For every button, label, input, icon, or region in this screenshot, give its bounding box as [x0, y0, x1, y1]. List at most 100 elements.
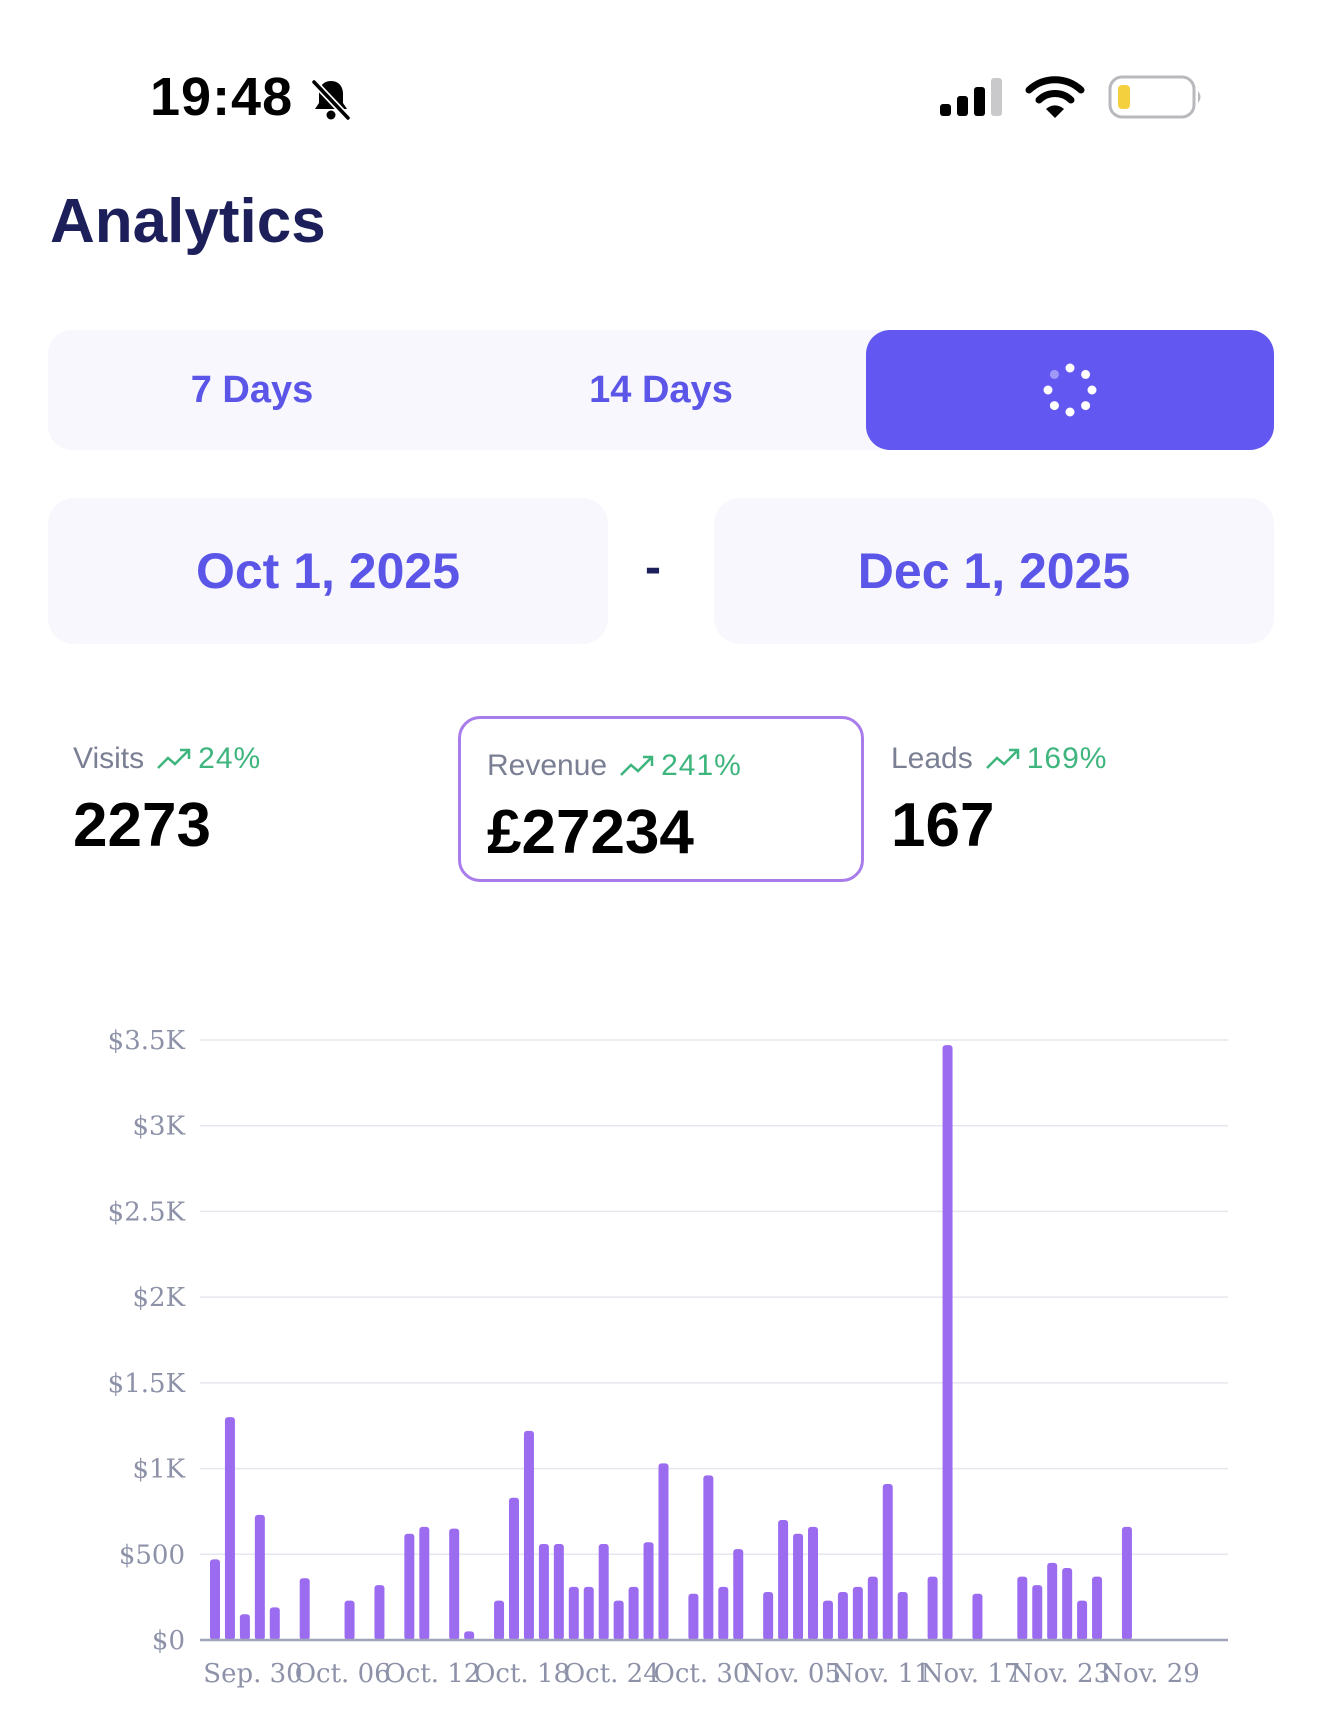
metric-label: Revenue: [487, 749, 608, 782]
metric-label: Visits: [73, 742, 145, 775]
metric-value: 2273: [73, 791, 211, 860]
x-tick-label: Nov. 23: [1010, 1659, 1110, 1689]
x-tick-label: Oct. 30: [654, 1659, 750, 1689]
chart-bar[interactable]: [254, 1514, 265, 1640]
chart-bar[interactable]: [509, 1497, 519, 1640]
bell-slash-icon: [311, 79, 351, 121]
chart-bar[interactable]: [1017, 1576, 1028, 1640]
chart-bar[interactable]: [822, 1600, 833, 1640]
y-tick-label: $500: [119, 1540, 185, 1570]
chart-bar[interactable]: [628, 1586, 639, 1640]
y-tick-label: $2.5K: [108, 1197, 186, 1227]
chart-bar[interactable]: [613, 1600, 624, 1640]
metric-change: 24%: [156, 742, 261, 776]
chart-bar[interactable]: [718, 1586, 729, 1640]
chart-bar[interactable]: [867, 1576, 878, 1640]
chart-bar[interactable]: [703, 1475, 714, 1640]
chart-bar[interactable]: [972, 1593, 983, 1640]
chart-bar[interactable]: [1062, 1568, 1073, 1640]
chart-bar[interactable]: [808, 1526, 818, 1640]
x-tick-label: Nov. 29: [1100, 1659, 1200, 1689]
chart-bar[interactable]: [1077, 1600, 1088, 1640]
chart-bar[interactable]: [688, 1593, 699, 1640]
metric-change: 169%: [985, 742, 1108, 776]
chart-bar[interactable]: [538, 1544, 549, 1640]
signal-icon: [940, 78, 1002, 116]
page-title: Analytics: [50, 187, 326, 256]
range-selector: 7 Days 14 Days: [48, 330, 1274, 450]
chart-bar[interactable]: [778, 1520, 789, 1640]
chart-bar[interactable]: [210, 1559, 220, 1640]
metric-card-leads[interactable]: Leads 169% 167: [891, 742, 1107, 861]
y-tick-label: $3K: [132, 1112, 185, 1142]
chart-bar[interactable]: [837, 1592, 848, 1640]
tab-14-days[interactable]: 14 Days: [456, 330, 866, 450]
chart-bar[interactable]: [269, 1607, 280, 1640]
chart-bar[interactable]: [733, 1549, 744, 1640]
chart-bar[interactable]: [404, 1533, 415, 1640]
metric-change-value: 241%: [661, 749, 742, 782]
chart-bar[interactable]: [897, 1592, 908, 1640]
metric-card-revenue[interactable]: Revenue 241% £27234: [458, 716, 864, 882]
chart-bar[interactable]: [583, 1586, 594, 1640]
chart-bar[interactable]: [374, 1585, 385, 1640]
trend-up-icon: [157, 748, 191, 769]
chart-bar[interactable]: [419, 1526, 430, 1640]
chart-bar[interactable]: [494, 1600, 505, 1640]
battery-low-icon: [1108, 75, 1201, 119]
y-tick-label: $3.5K: [108, 1026, 186, 1056]
chart-bar[interactable]: [568, 1586, 579, 1640]
status-time: 19:48: [150, 67, 294, 127]
x-tick-label: Nov. 05: [741, 1659, 841, 1689]
chart-bar[interactable]: [852, 1586, 863, 1640]
metric-change-value: 169%: [1026, 742, 1108, 775]
chart-bar[interactable]: [344, 1600, 355, 1640]
trend-up-icon: [620, 755, 654, 776]
chart-bar[interactable]: [927, 1576, 938, 1640]
chart-bar[interactable]: [1032, 1585, 1043, 1640]
chart-bar[interactable]: [1092, 1576, 1103, 1640]
chart-bar[interactable]: [882, 1484, 893, 1640]
metric-change-value: 24%: [198, 742, 262, 775]
metric-value: £27234: [487, 798, 694, 867]
end-date-picker[interactable]: Dec 1, 2025: [714, 498, 1274, 644]
chart-bar[interactable]: [1047, 1562, 1058, 1640]
metric-card-visits[interactable]: Visits 24% 2273: [73, 742, 261, 861]
chart-bar[interactable]: [523, 1430, 534, 1640]
chart-bar[interactable]: [299, 1578, 310, 1640]
chart-bar[interactable]: [763, 1592, 774, 1640]
trend-up-icon: [985, 748, 1019, 769]
tab-7-days[interactable]: 7 Days: [48, 330, 456, 450]
wifi-icon: [1025, 76, 1085, 118]
metric-label: Leads: [891, 742, 973, 775]
x-tick-label: Oct. 24: [564, 1659, 660, 1689]
x-tick-label: Sep. 30: [203, 1659, 302, 1689]
start-date-picker[interactable]: Oct 1, 2025: [48, 498, 608, 644]
x-tick-label: Oct. 12: [384, 1659, 480, 1689]
chart-bar[interactable]: [942, 1045, 953, 1640]
y-tick-label: $1K: [132, 1455, 185, 1485]
chart-bar[interactable]: [598, 1544, 609, 1640]
date-separator: -: [645, 541, 661, 594]
chart-bar[interactable]: [793, 1533, 804, 1640]
y-tick-label: $2K: [132, 1283, 185, 1313]
loading-spinner-icon: [1043, 363, 1097, 417]
chart-bar[interactable]: [658, 1463, 669, 1640]
x-tick-label: Nov. 17: [921, 1659, 1021, 1689]
y-tick-label: $0: [152, 1626, 185, 1656]
chart-bar[interactable]: [449, 1528, 460, 1640]
x-tick-label: Nov. 11: [831, 1659, 931, 1689]
x-tick-label: Oct. 06: [295, 1659, 391, 1689]
chart-bar[interactable]: [553, 1544, 564, 1640]
chart-bar[interactable]: [643, 1542, 654, 1640]
revenue-bar-chart: $0$500$1K$1.5K$2K$2.5K$3K$3.5KSep. 30Oct…: [108, 1026, 1228, 1689]
metric-value: 167: [891, 791, 995, 860]
tab-custom-range-active[interactable]: [866, 330, 1274, 450]
y-tick-label: $1.5K: [108, 1369, 186, 1399]
chart-bar[interactable]: [239, 1614, 250, 1640]
metric-change: 241%: [619, 749, 742, 783]
chart-bar[interactable]: [1121, 1526, 1132, 1640]
chart-bar[interactable]: [464, 1631, 475, 1640]
x-tick-label: Oct. 18: [474, 1659, 570, 1689]
chart-bar[interactable]: [224, 1417, 235, 1640]
